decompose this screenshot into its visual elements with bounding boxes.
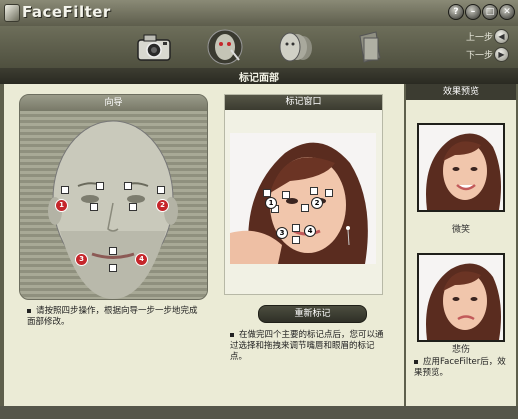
- prev-step-button[interactable]: ◀: [494, 29, 509, 44]
- bullet-icon: [414, 359, 418, 364]
- preview-note: 应用FaceFilter后，效果预览。: [414, 357, 506, 378]
- face-photo: 1 2 3 4: [230, 133, 376, 264]
- mark-point-1[interactable]: 1: [265, 197, 277, 209]
- mark-point-2[interactable]: 2: [311, 197, 323, 209]
- guide-point-1: 1: [55, 199, 68, 212]
- face-mark-icon[interactable]: [205, 28, 245, 66]
- document-icon[interactable]: [350, 28, 390, 66]
- section-title: 标记面部: [239, 73, 279, 84]
- guide-point-3: 3: [75, 253, 88, 266]
- mark-point[interactable]: [292, 224, 300, 232]
- preview-smile-image: [417, 123, 505, 212]
- preview-sad-label: 悲伤: [451, 345, 470, 355]
- restore-button[interactable]: □: [482, 4, 498, 20]
- guide-marker: [96, 182, 104, 190]
- guide-marker: [61, 186, 69, 194]
- help-button[interactable]: ?: [448, 4, 464, 20]
- guide-title: 向导: [20, 95, 207, 111]
- guide-marker: [157, 186, 165, 194]
- prev-step-label: 上一步: [466, 33, 494, 43]
- guide-marker: [109, 247, 117, 255]
- guide-marker: [124, 182, 132, 190]
- mark-window: 标记窗口 1 2 3 4: [224, 94, 383, 295]
- mark-point[interactable]: [282, 191, 290, 199]
- status-strip: [0, 406, 518, 419]
- bullet-icon: [27, 308, 31, 313]
- next-step-button[interactable]: ▶: [494, 47, 509, 62]
- mark-point[interactable]: [325, 189, 333, 197]
- app-logo-icon: [4, 4, 20, 22]
- mark-point-3[interactable]: 3: [276, 227, 288, 239]
- close-button[interactable]: ✕: [499, 4, 515, 20]
- guide-point-2: 2: [156, 199, 169, 212]
- mark-point[interactable]: [301, 204, 309, 212]
- faces-icon[interactable]: [275, 28, 315, 66]
- mark-point-4[interactable]: 4: [304, 225, 316, 237]
- mark-point[interactable]: [310, 187, 318, 195]
- next-step-label: 下一步: [466, 51, 494, 61]
- minimize-button[interactable]: –: [465, 4, 481, 20]
- guide-marker: [109, 264, 117, 272]
- camera-icon[interactable]: [135, 28, 175, 66]
- redo-mark-button[interactable]: 重新标记: [258, 305, 367, 323]
- app-title: FaceFilter: [22, 3, 111, 21]
- step-toolbar: [0, 26, 518, 68]
- mark-instruction: 在做完四个主要的标记点后，您可以通过选择和拖拽来调节嘴唇和眼眉的标记点。: [230, 330, 384, 362]
- mark-window-title: 标记窗口: [225, 95, 382, 110]
- preview-title: 效果预览: [406, 84, 516, 100]
- mark-point[interactable]: [292, 236, 300, 244]
- mark-point[interactable]: [263, 189, 271, 197]
- bullet-icon: [230, 332, 234, 337]
- guide-marker: [129, 203, 137, 211]
- guide-point-4: 4: [135, 253, 148, 266]
- guide-instruction: 请按照四步操作，根据向导一步一步地完成面部修改。: [27, 306, 198, 327]
- guide-panel: 向导 1 2 3 4: [19, 94, 208, 300]
- preview-sad-image: [417, 253, 505, 342]
- guide-marker: [90, 203, 98, 211]
- preview-smile-label: 微笑: [451, 225, 470, 235]
